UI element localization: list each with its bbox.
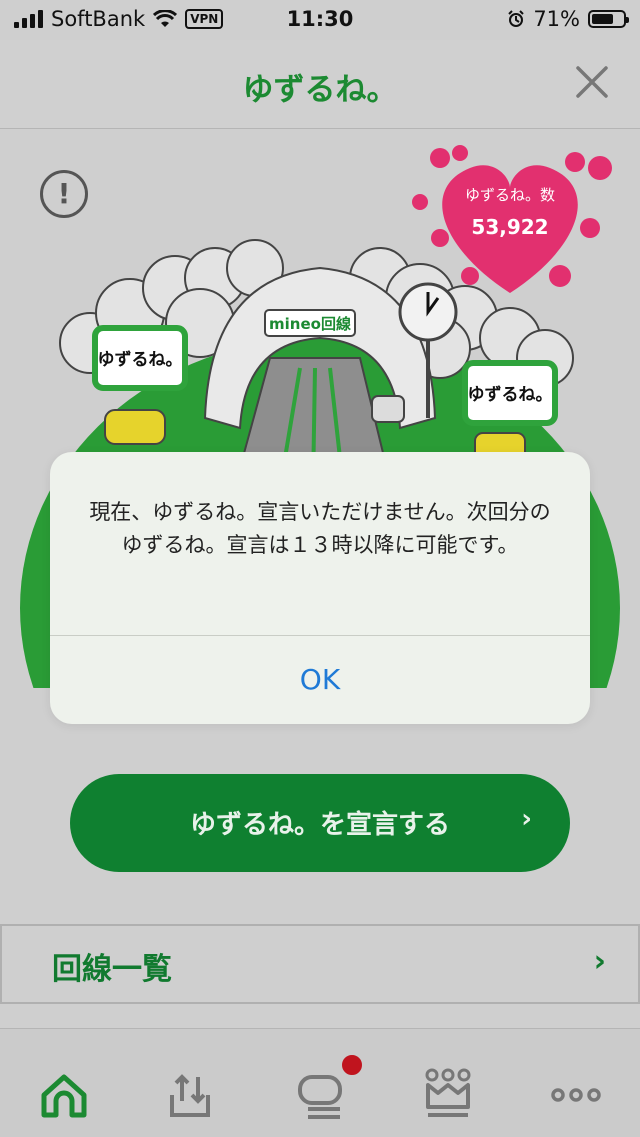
upload-icon[interactable] — [160, 1065, 220, 1125]
declare-button[interactable]: ゆずるね。を宣言する › — [70, 774, 570, 872]
alert-ok-button[interactable]: OK — [50, 636, 590, 724]
line-list-label: 回線一覧 — [52, 952, 172, 987]
status-right: 71% — [507, 7, 629, 31]
chevron-right-icon: › — [521, 804, 532, 834]
tab-bar — [0, 1028, 640, 1137]
more-icon[interactable] — [546, 1065, 606, 1125]
alarm-icon — [508, 10, 525, 27]
page-title: ゆずるね。 — [242, 72, 398, 108]
chevron-right-icon: › — [593, 944, 606, 979]
battery-icon — [588, 10, 629, 28]
crown-icon[interactable] — [418, 1065, 478, 1125]
nav-bar: ゆずるね。 — [0, 40, 640, 129]
alert-dialog: 現在、ゆずるね。宣言いただけません。次回分のゆずるね。宣言は１３時以降に可能です… — [50, 452, 590, 724]
chat-icon[interactable] — [290, 1065, 350, 1125]
battery-fill — [592, 14, 613, 24]
declare-button-label: ゆずるね。を宣言する — [189, 810, 450, 840]
home-icon[interactable] — [34, 1065, 94, 1125]
battery-percent: 71% — [533, 7, 580, 31]
close-icon[interactable] — [574, 64, 610, 100]
alert-message: 現在、ゆずるね。宣言いただけません。次回分のゆずるね。宣言は１３時以降に可能です… — [89, 500, 551, 557]
line-list-row[interactable]: 回線一覧 › — [0, 924, 640, 1004]
notification-badge — [340, 1053, 364, 1077]
status-bar: SoftBank VPN 11:30 71% — [0, 0, 640, 40]
